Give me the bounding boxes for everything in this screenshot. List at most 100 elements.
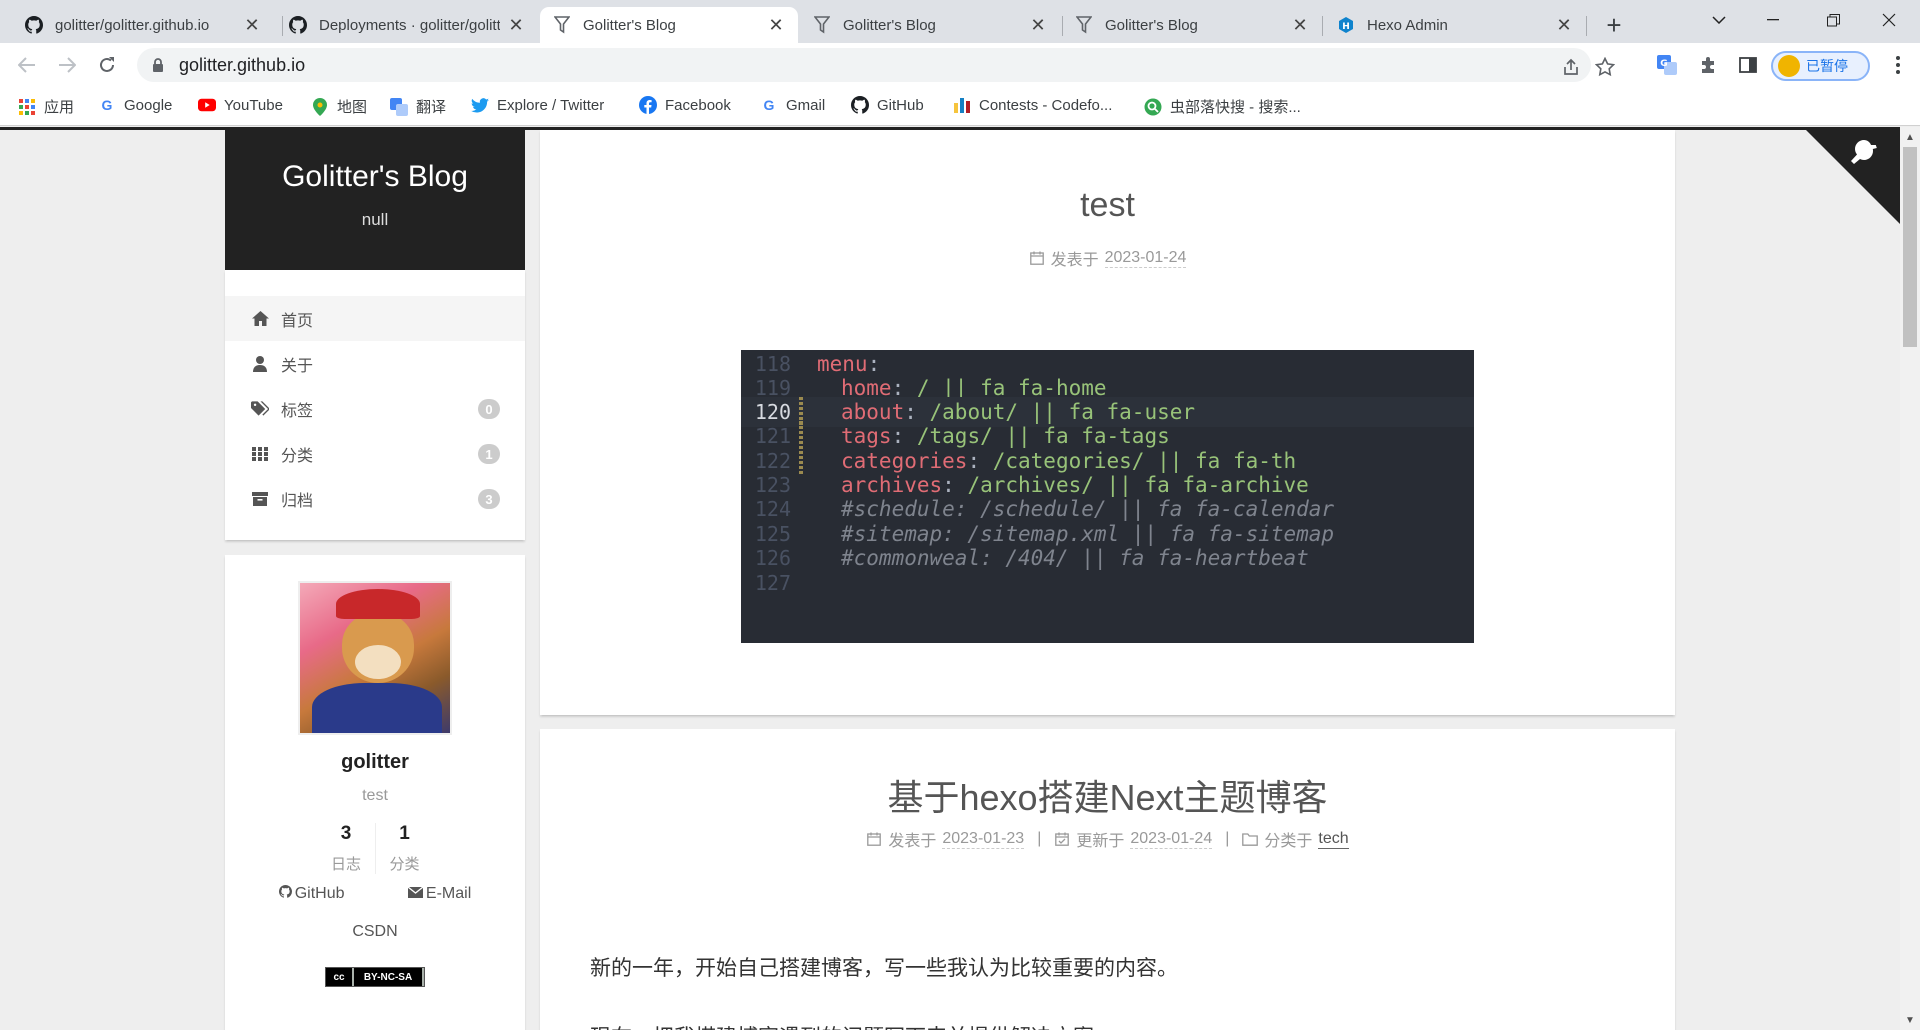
address-bar[interactable]: golitter.github.io: [137, 48, 1615, 82]
post-meta: 发表于 2023-01-23 | 更新于 2023-01-24 | 分类于 te…: [540, 827, 1675, 851]
translate-icon: [390, 97, 408, 116]
code-value: /tags/ || fa fa-tags: [916, 424, 1170, 448]
bookmark-chongbuluo[interactable]: 虫部落快搜 - 搜索...: [1144, 96, 1301, 117]
share-icon[interactable]: [1557, 53, 1585, 81]
cc-icon: cc: [326, 968, 352, 986]
profile-paused-button[interactable]: 已暂停: [1771, 51, 1870, 81]
bookmark-youtube[interactable]: YouTube: [198, 96, 283, 114]
menu-item-about[interactable]: 关于: [225, 341, 525, 386]
codeforces-icon: [953, 96, 971, 114]
bookmark-translate[interactable]: 翻译: [390, 96, 446, 117]
menu-item-home[interactable]: 首页: [225, 296, 525, 341]
browser-tab[interactable]: golitter/golitter.github.io ✕: [12, 7, 274, 43]
browser-tab[interactable]: H Hexo Admin ✕: [1324, 7, 1586, 43]
menu-item-tags[interactable]: 标签 0: [225, 386, 525, 431]
browser-tab[interactable]: Golitter's Blog ✕: [800, 7, 1060, 43]
csdn-link[interactable]: CSDN: [225, 923, 525, 941]
email-link[interactable]: E-Mail: [407, 885, 472, 903]
bookmark-facebook[interactable]: Facebook: [639, 96, 731, 114]
bookmark-label: Google: [124, 96, 173, 114]
new-tab-button[interactable]: +: [1599, 10, 1629, 40]
stat-categories[interactable]: 1 分类: [375, 823, 433, 874]
github-corner-link[interactable]: [1803, 127, 1900, 224]
side-panel-icon[interactable]: [1734, 51, 1762, 79]
link-label: E-Mail: [425, 885, 472, 902]
bookmark-maps[interactable]: 地图: [311, 96, 367, 117]
close-icon[interactable]: ✕: [506, 15, 526, 35]
post-title[interactable]: 基于hexo搭建Next主题博客: [540, 769, 1675, 821]
meta-divider: |: [1037, 830, 1042, 847]
line-number: 127: [754, 571, 791, 595]
close-icon[interactable]: ✕: [1554, 15, 1574, 35]
close-icon[interactable]: ✕: [1290, 15, 1310, 35]
github-link[interactable]: GitHub: [278, 885, 345, 903]
youtube-icon: [198, 96, 216, 114]
published-date: 2023-01-23: [942, 829, 1025, 849]
lock-icon[interactable]: [151, 57, 165, 73]
post-meta: 发表于 2023-01-24: [540, 246, 1675, 270]
scroll-up-icon[interactable]: ▲: [1900, 129, 1920, 145]
funnel-icon: [812, 16, 831, 35]
category-link[interactable]: tech: [1318, 830, 1349, 849]
post-title[interactable]: test: [540, 186, 1675, 225]
close-icon[interactable]: ✕: [242, 15, 262, 35]
close-icon[interactable]: ✕: [1028, 15, 1048, 35]
site-subtitle: null: [361, 210, 389, 229]
calendar-icon: [1029, 250, 1045, 266]
page-scrollbar[interactable]: ▲ ▼: [1900, 127, 1920, 1030]
stat-posts[interactable]: 3 日志: [317, 823, 375, 874]
menu-item-categories[interactable]: 分类 1: [225, 431, 525, 476]
twitter-icon: [471, 96, 489, 114]
bookmark-github[interactable]: GitHub: [851, 96, 924, 114]
menu-item-archives[interactable]: 归档 3: [225, 476, 525, 521]
tab-divider: [1322, 16, 1323, 36]
bookmark-gmail[interactable]: G Gmail: [760, 96, 826, 114]
star-icon[interactable]: [1591, 53, 1619, 81]
github-icon: [851, 96, 869, 114]
forward-button[interactable]: [52, 50, 82, 80]
bookmark-twitter[interactable]: Explore / Twitter: [471, 96, 604, 114]
funnel-icon: [552, 16, 571, 35]
back-button[interactable]: [12, 50, 42, 80]
bookmark-google[interactable]: G Google: [98, 96, 173, 114]
minimize-button[interactable]: [1750, 0, 1796, 40]
stat-label: 分类: [389, 856, 420, 873]
bookmark-label: 虫部落快搜 - 搜索...: [1170, 99, 1301, 116]
restore-button[interactable]: [1810, 0, 1856, 40]
post-card: 基于hexo搭建Next主题博客 发表于 2023-01-23 | 更新于 20…: [540, 729, 1675, 1030]
author-panel: golitter test 3 日志 1 分类 GitHub E-Mail CS…: [225, 555, 525, 1030]
menu-item-label: 关于: [281, 357, 314, 375]
th-icon: [251, 445, 269, 463]
close-window-button[interactable]: [1866, 0, 1912, 40]
bookmark-apps[interactable]: 应用: [18, 96, 74, 117]
scrollbar-thumb[interactable]: [1903, 147, 1917, 347]
home-icon: [251, 310, 269, 328]
site-stats: 3 日志 1 分类: [225, 823, 525, 874]
site-title[interactable]: Golitter's Blog: [225, 130, 525, 194]
bookmark-label: YouTube: [224, 96, 283, 114]
apps-grid-icon: [18, 98, 36, 116]
browser-tab-active[interactable]: Golitter's Blog ✕: [540, 7, 798, 43]
funnel-icon: [1074, 16, 1093, 35]
reload-button[interactable]: [92, 50, 122, 80]
license-badge[interactable]: cc BY-NC-SA: [325, 967, 425, 987]
scroll-down-icon[interactable]: ▼: [1900, 1012, 1920, 1028]
translate-extension-icon[interactable]: G: [1653, 51, 1681, 79]
meta-divider: |: [1225, 830, 1230, 847]
stat-label: 日志: [330, 856, 361, 873]
more-menu-icon[interactable]: [1884, 51, 1912, 79]
avatar: [1778, 55, 1800, 77]
github-icon: [288, 16, 307, 35]
profile-status: 已暂停: [1806, 58, 1848, 74]
menu-item-label: 归档: [281, 492, 314, 510]
close-icon[interactable]: ✕: [766, 15, 786, 35]
browser-tab[interactable]: Deployments · golitter/golitter ✕: [276, 7, 538, 43]
published-date: 2023-01-24: [1104, 248, 1187, 268]
browser-toolbar: golitter.github.io G 已暂停: [0, 43, 1920, 87]
bookmark-codeforces[interactable]: Contests - Codefo...: [953, 96, 1112, 114]
browser-tab[interactable]: Golitter's Blog ✕: [1062, 7, 1322, 43]
extensions-puzzle-icon[interactable]: [1694, 51, 1722, 79]
post-card: test 发表于 2023-01-24 118 menu: 119 home: …: [540, 130, 1675, 715]
line-number: 121: [754, 424, 791, 448]
tab-search-button[interactable]: [1696, 0, 1742, 40]
